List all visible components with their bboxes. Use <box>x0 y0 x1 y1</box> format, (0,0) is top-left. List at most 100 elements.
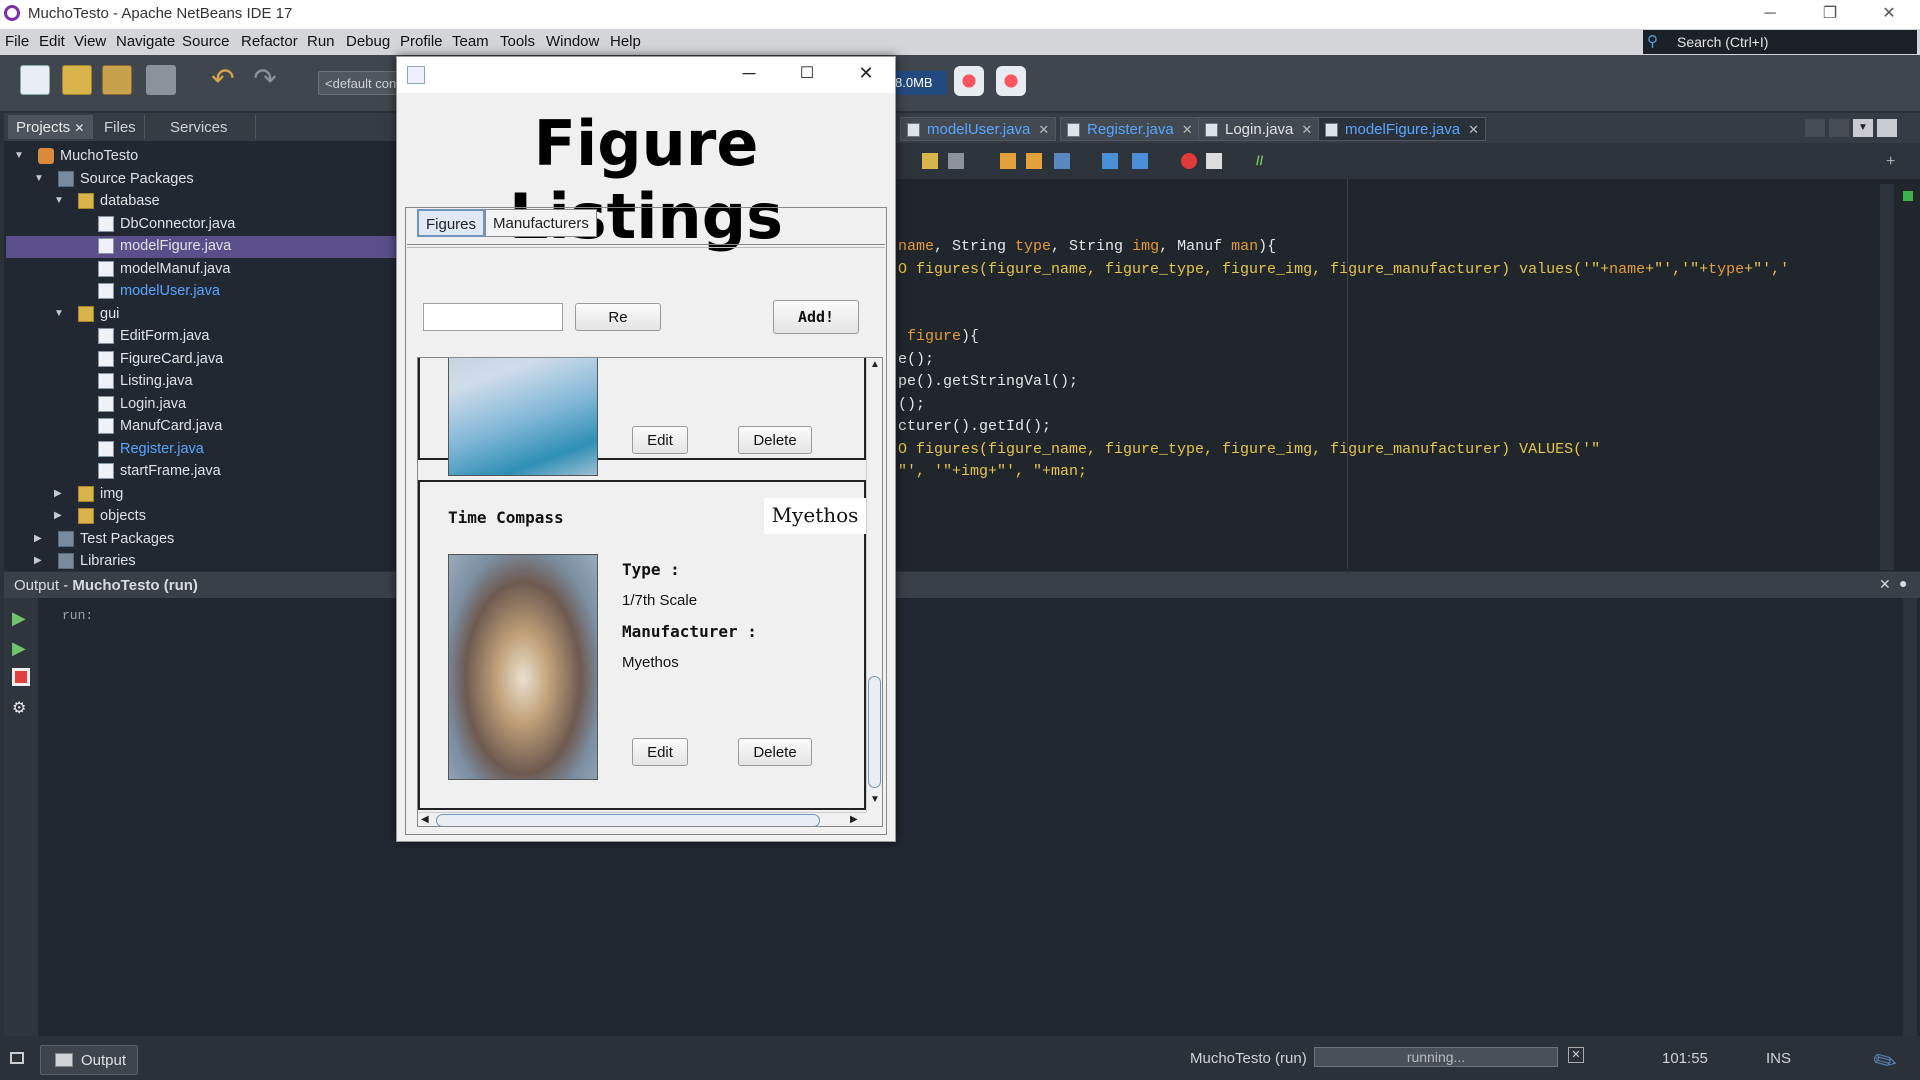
find-next-icon[interactable] <box>1026 153 1042 169</box>
save-all-icon[interactable] <box>146 65 176 95</box>
collapsed-toggle-icon[interactable]: ▶ <box>34 555 42 566</box>
horizontal-scrollbar[interactable]: ◀ ▶ <box>418 812 866 826</box>
tree-node[interactable]: ▶ objects <box>6 506 396 528</box>
new-file-icon[interactable] <box>20 65 50 95</box>
menu-team[interactable]: Team <box>452 33 489 50</box>
expanded-toggle-icon[interactable]: ▼ <box>34 173 44 184</box>
restore-windows-icon[interactable] <box>10 1052 24 1064</box>
menu-help[interactable]: Help <box>610 33 641 50</box>
menu-navigate[interactable]: Navigate <box>116 33 175 50</box>
refresh-button[interactable]: Re <box>575 303 661 331</box>
tree-node[interactable]: Register.java <box>6 439 396 461</box>
menu-view[interactable]: View <box>74 33 106 50</box>
open-project-icon[interactable] <box>102 65 132 95</box>
menu-run[interactable]: Run <box>307 33 335 50</box>
dialog-minimize-button[interactable]: ─ <box>729 63 769 84</box>
tree-node[interactable]: startFrame.java <box>6 461 396 483</box>
start-macro-icon[interactable] <box>1181 153 1197 169</box>
menu-tools[interactable]: Tools <box>500 33 535 50</box>
output-panel[interactable] <box>4 598 1920 1036</box>
tree-node[interactable]: ManufCard.java <box>6 416 396 438</box>
undo-icon[interactable]: ↶ <box>208 65 238 95</box>
rerun-with-params-icon[interactable]: ▶ <box>12 638 30 658</box>
maximize-window-icon[interactable] <box>1877 119 1897 137</box>
edit-button[interactable]: Edit <box>632 738 688 766</box>
gc-profile-icon[interactable] <box>954 66 984 96</box>
tree-node[interactable]: modelManuf.java <box>6 259 396 281</box>
close-icon[interactable]: ✕ <box>1182 122 1193 137</box>
tree-node[interactable]: ▶ Libraries <box>6 551 396 573</box>
editor-tab-register[interactable]: Register.java ✕ <box>1060 117 1200 141</box>
figure-list-scrollpane[interactable]: Edit Delete Time Compass Myethos Type : … <box>417 357 883 827</box>
add-button[interactable]: Add! <box>773 300 859 334</box>
tree-node[interactable]: ▼ Source Packages <box>6 169 396 191</box>
previous-bookmark-icon[interactable] <box>1102 153 1118 169</box>
tree-node[interactable]: modelUser.java <box>6 281 396 303</box>
output-window-button[interactable]: Output <box>40 1045 138 1075</box>
menu-debug[interactable]: Debug <box>346 33 390 50</box>
expanded-toggle-icon[interactable]: ▼ <box>14 150 24 161</box>
collapsed-toggle-icon[interactable]: ▶ <box>54 510 62 521</box>
minimize-button[interactable]: ─ <box>1747 2 1793 26</box>
close-output-icon[interactable]: ✕ <box>1879 576 1891 593</box>
new-project-icon[interactable] <box>62 65 92 95</box>
menu-source[interactable]: Source <box>182 33 230 50</box>
collapsed-toggle-icon[interactable]: ▶ <box>54 488 62 499</box>
tree-node[interactable]: ▼ MuchoTesto <box>6 146 396 168</box>
scroll-right-icon[interactable]: ▶ <box>850 814 858 825</box>
close-icon[interactable]: ✕ <box>1038 122 1049 137</box>
tree-node[interactable]: DbConnector.java <box>6 214 396 236</box>
close-button[interactable]: ✕ <box>1866 2 1912 26</box>
menu-window[interactable]: Window <box>546 33 599 50</box>
collapsed-toggle-icon[interactable]: ▶ <box>34 533 42 544</box>
hscrollbar-thumb[interactable] <box>436 814 820 826</box>
scroll-down-icon[interactable]: ▼ <box>870 794 880 805</box>
tree-node[interactable]: Listing.java <box>6 371 396 393</box>
redo-icon[interactable]: ↷ <box>250 65 280 95</box>
rerun-icon[interactable]: ▶ <box>12 608 30 628</box>
dialog-close-button[interactable]: ✕ <box>846 63 886 84</box>
stop-macro-icon[interactable] <box>1206 153 1222 169</box>
editor-tab-modeluser[interactable]: modelUser.java ✕ <box>900 117 1057 141</box>
tree-node[interactable]: ▼ gui <box>6 304 396 326</box>
stop-icon[interactable] <box>12 668 30 686</box>
delete-button[interactable]: Delete <box>738 738 812 766</box>
config-dropdown[interactable]: <default config> <box>318 71 408 95</box>
menu-file[interactable]: File <box>5 33 29 50</box>
restore-button[interactable]: ❐ <box>1807 2 1853 26</box>
output-scrollbar[interactable] <box>1903 598 1917 1036</box>
find-selection-icon[interactable] <box>1054 153 1070 169</box>
tree-node[interactable]: ▼ database <box>6 191 396 213</box>
memory-indicator[interactable]: 8.0MB <box>893 71 947 95</box>
delete-button[interactable]: Delete <box>738 426 812 454</box>
code-area[interactable]: name, String type, String img, Manuf man… <box>890 179 1880 569</box>
settings-icon[interactable]: ⚙ <box>12 698 30 717</box>
notification-icon[interactable]: ✎ <box>1867 1035 1913 1080</box>
split-editor-icon[interactable]: + <box>1886 153 1902 170</box>
history-icon[interactable] <box>922 153 938 169</box>
edit-button[interactable]: Edit <box>632 426 688 454</box>
tree-node[interactable]: Login.java <box>6 394 396 416</box>
toggle-bookmark-icon[interactable] <box>948 153 964 169</box>
expanded-toggle-icon[interactable]: ▼ <box>54 308 64 319</box>
tab-figures[interactable]: Figures <box>417 209 486 237</box>
next-bookmark-icon[interactable] <box>1132 153 1148 169</box>
profile-app-icon[interactable] <box>996 66 1026 96</box>
tree-node[interactable]: ▶ Test Packages <box>6 529 396 551</box>
find-previous-icon[interactable] <box>1000 153 1016 169</box>
tree-node[interactable]: modelFigure.java <box>6 236 396 258</box>
tab-projects[interactable]: Projects ✕ <box>8 115 94 139</box>
scroll-tabs-right-icon[interactable] <box>1829 119 1849 137</box>
tree-node[interactable]: FigureCard.java <box>6 349 396 371</box>
scrollbar-thumb[interactable] <box>868 676 881 788</box>
scroll-up-icon[interactable]: ▲ <box>870 359 880 370</box>
tab-manufacturers[interactable]: Manufacturers <box>485 209 597 237</box>
close-icon[interactable]: ✕ <box>1468 122 1479 137</box>
editor-tab-login[interactable]: Login.java ✕ <box>1198 117 1320 141</box>
tree-node[interactable]: EditForm.java <box>6 326 396 348</box>
expanded-toggle-icon[interactable]: ▼ <box>54 195 64 206</box>
tree-node[interactable]: ▶ img <box>6 484 396 506</box>
menu-profile[interactable]: Profile <box>400 33 443 50</box>
cancel-task-icon[interactable]: ✕ <box>1568 1047 1584 1063</box>
scroll-left-icon[interactable]: ◀ <box>421 814 429 825</box>
